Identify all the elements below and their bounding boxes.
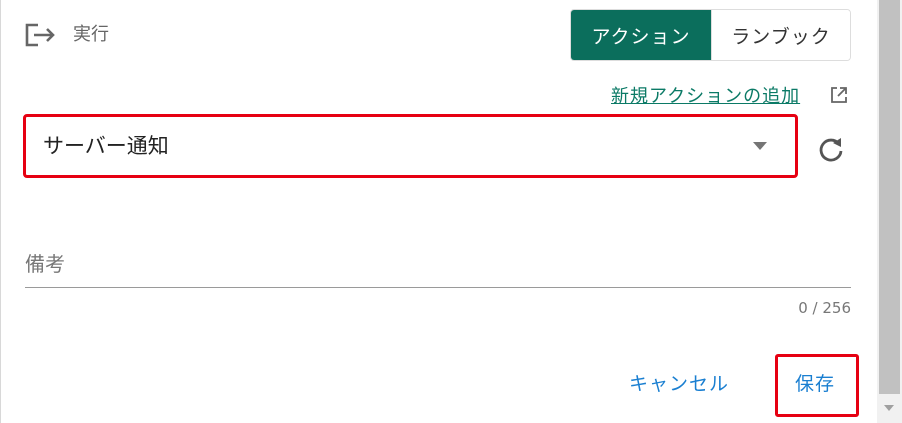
mode-toggle: アクション ランブック: [570, 9, 851, 61]
cancel-button[interactable]: キャンセル: [629, 371, 729, 397]
char-counter: 0 / 256: [798, 299, 851, 317]
tab-action[interactable]: アクション: [571, 10, 711, 60]
scroll-down-icon[interactable]: [883, 404, 895, 412]
logout-arrow-icon: [25, 23, 55, 47]
action-dialog: 実行 アクション ランブック 新規アクションの追加 サーバー通知 備考 0 / …: [0, 0, 902, 423]
tab-runbook[interactable]: ランブック: [711, 10, 850, 60]
exec-label: 実行: [73, 24, 109, 45]
remarks-underline: [25, 287, 851, 288]
caret-down-icon: [753, 142, 767, 150]
action-select-value: サーバー通知: [43, 134, 169, 158]
scrollbar-thumb[interactable]: [879, 0, 900, 394]
refresh-icon[interactable]: [817, 136, 845, 164]
save-button[interactable]: 保存: [795, 371, 835, 397]
add-action-link[interactable]: 新規アクションの追加: [611, 82, 800, 108]
remarks-field[interactable]: 備考: [25, 250, 65, 278]
dialog-border: [0, 0, 1, 423]
open-in-new-icon[interactable]: [829, 85, 849, 105]
